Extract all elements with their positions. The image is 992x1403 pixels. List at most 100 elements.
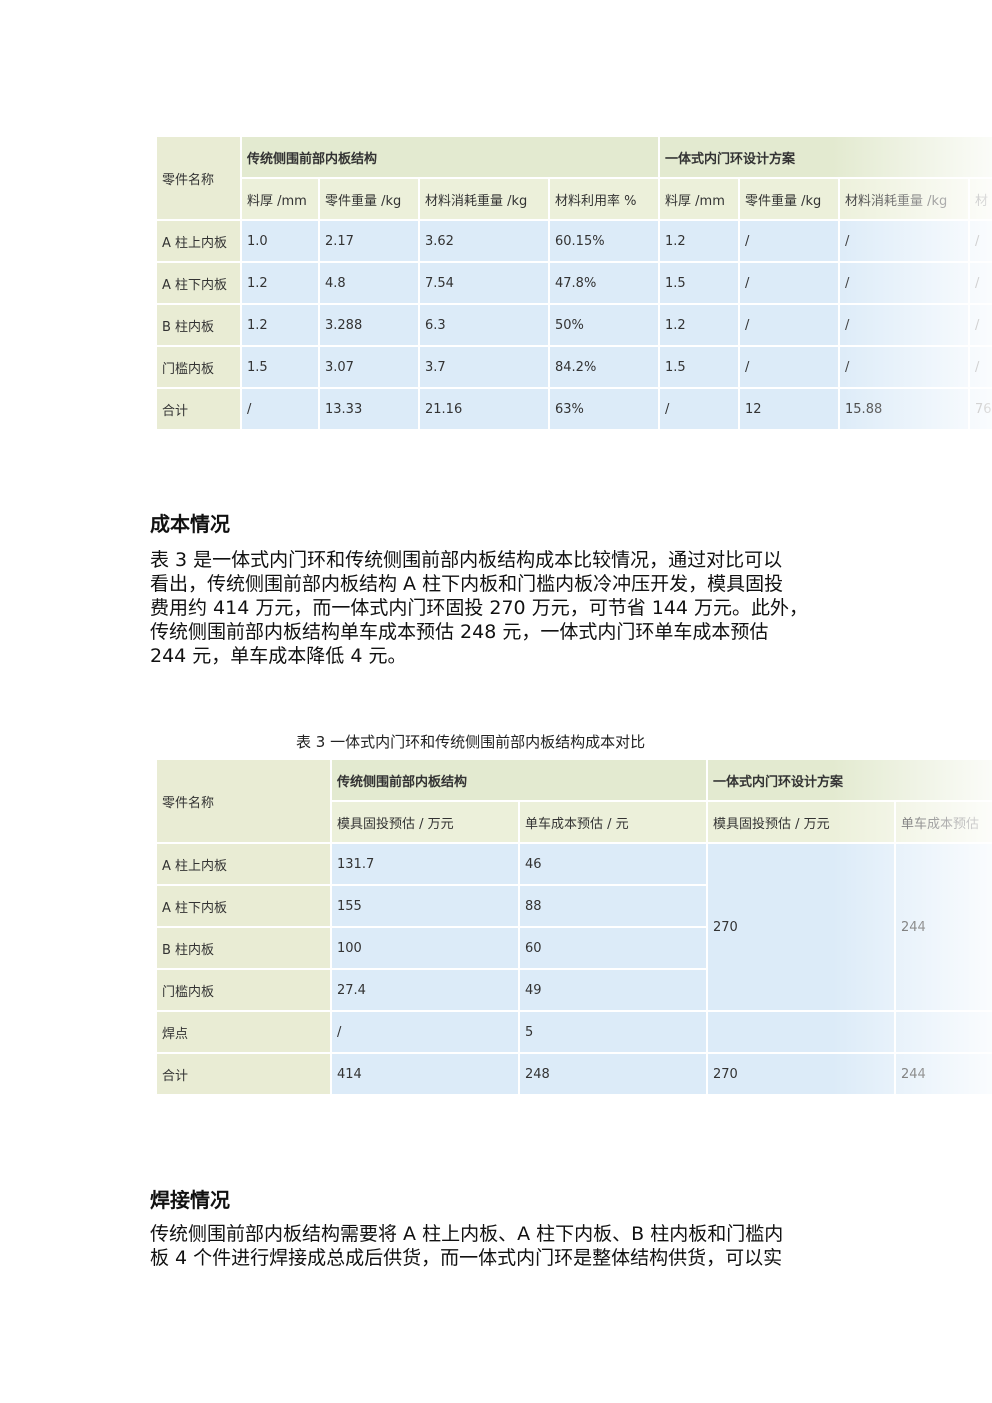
sub-header: 模具固投预估 / 万元 (330, 800, 520, 844)
paragraph-cost: 表 3 是一体式内门环和传统侧围前部内板结构成本比较情况，通过对比可以 看出，传… (150, 548, 850, 668)
table-cell: 27.4 (330, 968, 520, 1012)
row-label: A 柱下内板 (155, 261, 242, 305)
table-material-comparison: 零件名称 传统侧围前部内板结构 一体式内门环设计方案 料厚 /mm 零件重量 /… (155, 135, 992, 429)
table-cell: / (968, 345, 992, 389)
paragraph-line: 表 3 是一体式内门环和传统侧围前部内板结构成本比较情况，通过对比可以 (150, 549, 783, 571)
table-cell: / (658, 387, 741, 429)
table-cell: 46 (517, 842, 709, 886)
table-cell: 1.2 (240, 303, 320, 347)
table-cell: 15.88 (838, 387, 971, 429)
paragraph-line: 传统侧围前部内板结构单车成本预估 248 元，一体式内门环单车成本预估 (150, 621, 769, 643)
table-cell: 1.2 (240, 261, 320, 305)
part-name-header: 零件名称 (155, 135, 242, 221)
table-cell: 1.0 (240, 219, 320, 263)
table-cell: 1.5 (658, 345, 741, 389)
sub-header: 模具固投预估 / 万元 (706, 800, 897, 844)
row-label: A 柱下内板 (155, 884, 332, 928)
table-cell: 155 (330, 884, 520, 928)
sub-header: 材料消耗重量 /kg (418, 177, 550, 221)
table-cell: / (330, 1010, 520, 1054)
row-label: B 柱内板 (155, 303, 242, 347)
table-cell: 63% (547, 387, 661, 429)
paragraph-weld: 传统侧围前部内板结构需要将 A 柱上内板、A 柱下内板、B 柱内板和门槛内 板 … (150, 1222, 850, 1270)
table-cell: 6.3 (418, 303, 550, 347)
table-cell: 3.62 (418, 219, 550, 263)
table-row: A 柱上内板 131.7 46 270 244 (155, 842, 992, 1012)
table-cell: 3.07 (318, 345, 420, 389)
table-cell: 60 (517, 926, 709, 970)
table-cell: / (838, 303, 971, 347)
table-cell: / (968, 303, 992, 347)
table-cell: / (738, 261, 841, 305)
sub-header: 材 (968, 177, 992, 221)
group-header-integrated: 一体式内门环设计方案 (658, 135, 992, 179)
row-label: 门槛内板 (155, 968, 332, 1012)
table-cell: 131.7 (330, 842, 520, 886)
table-cell: 84.2% (547, 345, 661, 389)
section-heading-cost: 成本情况 (150, 512, 230, 536)
table-row: 焊点 / 5 (155, 1010, 992, 1054)
table-cell: 88 (517, 884, 709, 928)
row-label: A 柱上内板 (155, 219, 242, 263)
table-cell: 47.8% (547, 261, 661, 305)
sub-header: 单车成本预估 / 元 (517, 800, 709, 844)
table-cell: 76 (968, 387, 992, 429)
table-cell: 13.33 (318, 387, 420, 429)
paragraph-line: 244 元，单车成本降低 4 元。 (150, 645, 407, 667)
table-row: 门槛内板 1.5 3.07 3.7 84.2% 1.5 / / / (155, 345, 992, 389)
table-cell: / (838, 345, 971, 389)
table-cell-empty (894, 1010, 992, 1054)
table-cell: 50% (547, 303, 661, 347)
row-label: 焊点 (155, 1010, 332, 1054)
table-cell: / (738, 219, 841, 263)
table-cell: 1.5 (240, 345, 320, 389)
table-cell: 21.16 (418, 387, 550, 429)
row-label: A 柱上内板 (155, 842, 332, 886)
table-cell: / (838, 219, 971, 263)
table-cell: / (838, 261, 971, 305)
sub-header: 材料消耗重量 /kg (838, 177, 971, 221)
paragraph-line: 板 4 个件进行焊接成总成后供货，而一体式内门环是整体结构供货，可以实 (150, 1247, 783, 1269)
table-cell: 4.8 (318, 261, 420, 305)
table-row: 合计 414 248 270 244 (155, 1052, 992, 1096)
table-row: 合计 / 13.33 21.16 63% / 12 15.88 76 (155, 387, 992, 429)
table-cell: / (738, 303, 841, 347)
merged-cell-die-cost: 270 (706, 842, 897, 1012)
sub-header: 料厚 /mm (658, 177, 741, 221)
paragraph-line: 看出，传统侧围前部内板结构 A 柱下内板和门槛内板冷冲压开发，模具固投 (150, 573, 784, 595)
merged-cell-unit-cost: 244 (894, 842, 992, 1012)
table-cost-comparison: 零件名称 传统侧围前部内板结构 一体式内门环设计方案 模具固投预估 / 万元 单… (155, 758, 992, 1096)
table-cell: 1.5 (658, 261, 741, 305)
row-label: B 柱内板 (155, 926, 332, 970)
table-cell: 1.2 (658, 303, 741, 347)
table-row: A 柱上内板 1.0 2.17 3.62 60.15% 1.2 / / / (155, 219, 992, 263)
sub-header: 料厚 /mm (240, 177, 320, 221)
paragraph-line: 费用约 414 万元，而一体式内门环固投 270 万元，可节省 144 万元。此… (150, 597, 809, 619)
table-row: B 柱内板 1.2 3.288 6.3 50% 1.2 / / / (155, 303, 992, 347)
sub-header: 零件重量 /kg (318, 177, 420, 221)
table-caption: 表 3 一体式内门环和传统侧围前部内板结构成本对比 (296, 733, 646, 751)
paragraph-line: 传统侧围前部内板结构需要将 A 柱上内板、A 柱下内板、B 柱内板和门槛内 (150, 1223, 784, 1245)
group-header-traditional: 传统侧围前部内板结构 (239, 135, 661, 179)
table-row: A 柱下内板 1.2 4.8 7.54 47.8% 1.5 / / / (155, 261, 992, 305)
section-heading-weld: 焊接情况 (150, 1188, 230, 1212)
row-label: 门槛内板 (155, 345, 242, 389)
sub-header: 零件重量 /kg (738, 177, 841, 221)
sub-header: 材料利用率 % (547, 177, 661, 221)
table-cell: 1.2 (658, 219, 741, 263)
table-cell: 414 (330, 1052, 520, 1096)
sub-header: 单车成本预估 (894, 800, 992, 844)
row-label: 合计 (155, 1052, 332, 1096)
table-cell: 60.15% (547, 219, 661, 263)
group-header-traditional: 传统侧围前部内板结构 (329, 758, 709, 802)
table-cell: 49 (517, 968, 709, 1012)
part-name-header: 零件名称 (155, 758, 332, 844)
table-cell-empty (706, 1010, 897, 1054)
table-cell: / (738, 345, 841, 389)
group-header-integrated: 一体式内门环设计方案 (706, 758, 992, 802)
table-cell: 244 (894, 1052, 992, 1096)
table-cell: 270 (706, 1052, 897, 1096)
row-label: 合计 (155, 387, 242, 429)
table-cell: / (968, 261, 992, 305)
table-cell: 3.7 (418, 345, 550, 389)
